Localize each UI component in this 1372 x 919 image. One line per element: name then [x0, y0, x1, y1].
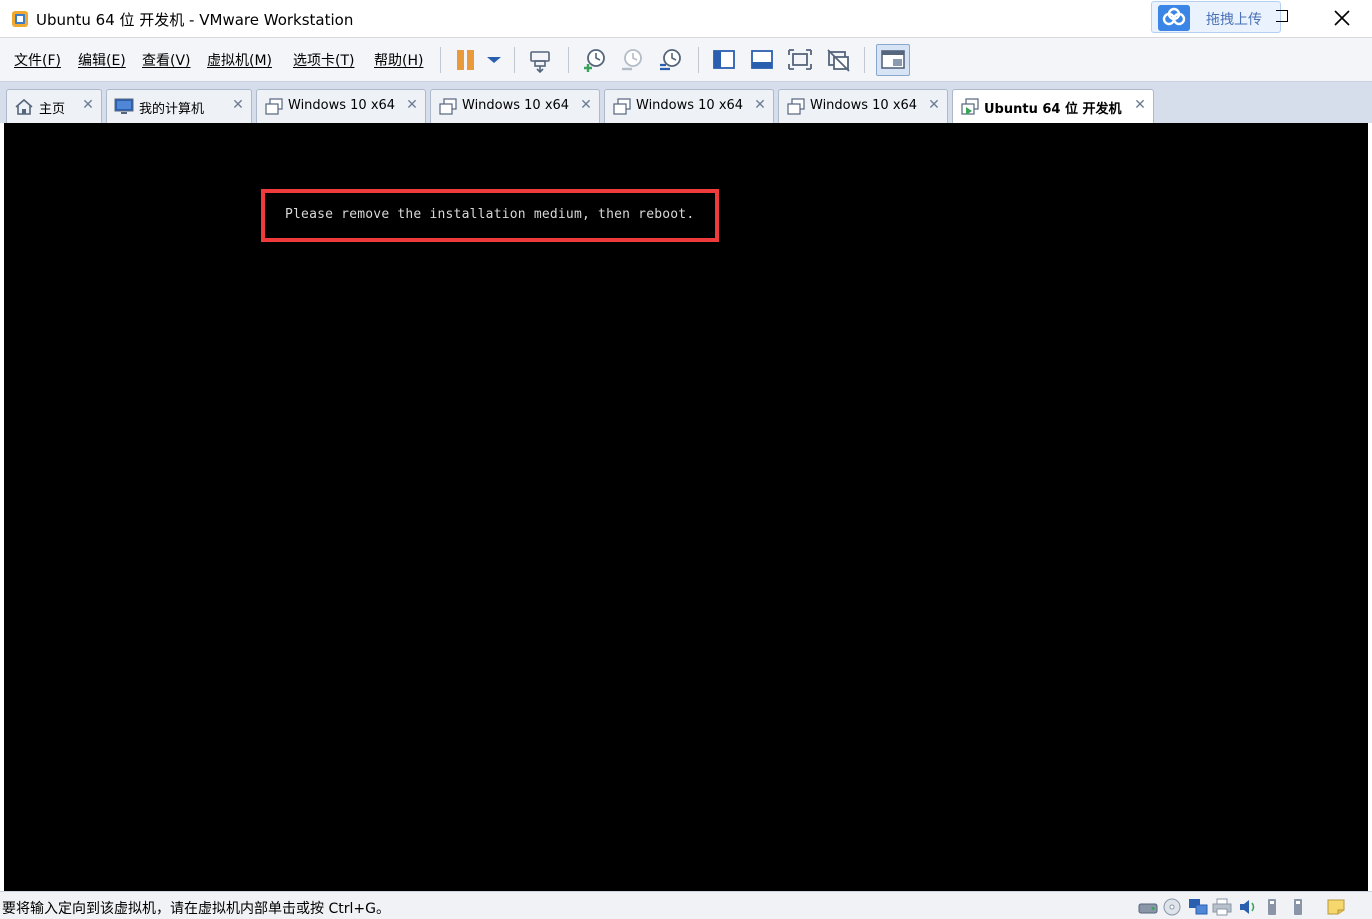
tab-label: Windows 10 x64 — [810, 98, 918, 113]
close-window-icon[interactable] — [1332, 8, 1352, 28]
tab-bar: 主页 ✕ 我的计算机 ✕ Windows 10 x64 ✕ Windows 10… — [0, 82, 1372, 123]
tab-close-icon[interactable]: ✕ — [1133, 98, 1147, 112]
vm-icon — [613, 98, 631, 115]
thumbnail-bar-icon — [751, 50, 773, 69]
drag-upload-button[interactable]: 拖拽上传 — [1151, 1, 1281, 33]
vm-icon — [265, 98, 283, 115]
tab-windows-10-x64-4[interactable]: Windows 10 x64 ✕ — [778, 89, 948, 123]
title-bar: Ubuntu 64 位 开发机 - VMware Workstation 拖拽上… — [0, 0, 1372, 38]
vmware-app-icon — [12, 11, 28, 27]
pause-button[interactable] — [452, 46, 480, 74]
printer-icon — [1212, 898, 1232, 916]
sidebar-toggle-icon — [713, 50, 735, 69]
printer-device[interactable] — [1212, 898, 1232, 916]
console-view-button[interactable] — [876, 44, 910, 76]
menu-tabs[interactable]: 选项卡(T) — [293, 50, 354, 70]
computer-icon — [114, 98, 134, 114]
full-screen-button[interactable] — [786, 46, 814, 74]
tab-label: Ubuntu 64 位 开发机 — [984, 102, 1122, 117]
unity-mode-button[interactable] — [824, 46, 852, 74]
tab-close-icon[interactable]: ✕ — [927, 98, 941, 112]
unity-disabled-icon — [827, 49, 850, 72]
tab-close-icon[interactable]: ✕ — [579, 98, 593, 112]
message-log-button[interactable] — [1326, 898, 1346, 916]
tab-windows-10-x64-2[interactable]: Windows 10 x64 ✕ — [430, 89, 600, 123]
vm-console[interactable]: Please remove the installation medium, t… — [4, 123, 1368, 891]
tab-windows-10-x64-1[interactable]: Windows 10 x64 ✕ — [256, 89, 426, 123]
usb-device[interactable] — [1262, 898, 1282, 916]
usb-device-2[interactable] — [1288, 898, 1308, 916]
window-title: Ubuntu 64 位 开发机 - VMware Workstation — [36, 11, 354, 29]
send-ctrl-alt-del-button[interactable] — [526, 46, 554, 74]
vmware-window: Ubuntu 64 位 开发机 - VMware Workstation 拖拽上… — [0, 0, 1372, 919]
tab-label: 我的计算机 — [139, 102, 205, 117]
hard-disk-device[interactable] — [1138, 898, 1158, 916]
toolbar-separator — [440, 47, 441, 73]
snapshot-manager-button[interactable] — [656, 46, 684, 74]
home-icon — [15, 98, 33, 115]
vm-icon — [787, 98, 805, 115]
show-thumbnail-bar-button[interactable] — [748, 46, 776, 74]
note-icon — [1327, 899, 1345, 915]
cd-dvd-device[interactable] — [1162, 898, 1182, 916]
tab-close-icon[interactable]: ✕ — [405, 98, 419, 112]
tab-label: Windows 10 x64 — [636, 98, 744, 113]
usb-icon — [1294, 899, 1302, 915]
sound-card-device[interactable] — [1238, 898, 1258, 916]
toolbar-separator — [514, 47, 515, 73]
tab-my-computer[interactable]: 我的计算机 ✕ — [106, 89, 252, 123]
cd-dvd-icon — [1163, 898, 1181, 916]
show-library-button[interactable] — [710, 46, 738, 74]
snapshot-manager-icon — [660, 49, 681, 71]
fullscreen-icon — [788, 49, 812, 70]
status-bar: 要将输入定向到该虚拟机，请在虚拟机内部单击或按 Ctrl+G。 — [0, 891, 1372, 919]
menu-help[interactable]: 帮助(H) — [374, 50, 423, 70]
vm-icon — [439, 98, 457, 115]
cloud-upload-icon — [1158, 5, 1190, 31]
snapshot-revert-icon — [622, 49, 642, 71]
keyboard-send-icon — [530, 51, 550, 74]
tab-close-icon[interactable]: ✕ — [231, 98, 245, 112]
take-snapshot-button[interactable] — [580, 46, 608, 74]
snapshot-take-icon — [584, 49, 605, 72]
usb-icon — [1268, 899, 1276, 915]
tab-label: Windows 10 x64 — [288, 98, 396, 113]
revert-snapshot-button[interactable] — [618, 46, 646, 74]
pause-icon — [457, 50, 474, 70]
console-message: Please remove the installation medium, t… — [285, 207, 695, 222]
tab-label: Windows 10 x64 — [462, 98, 570, 113]
tab-close-icon[interactable]: ✕ — [81, 98, 95, 112]
menu-toolbar: 文件(F) 编辑(E) 查看(V) 虚拟机(M) 选项卡(T) 帮助(H) — [0, 38, 1372, 82]
tab-label: 主页 — [39, 102, 66, 117]
toolbar-separator — [698, 47, 699, 73]
drag-upload-label: 拖拽上传 — [1206, 12, 1262, 28]
hard-disk-icon — [1138, 903, 1158, 914]
tab-close-icon[interactable]: ✕ — [753, 98, 767, 112]
menu-edit[interactable]: 编辑(E) — [78, 50, 126, 70]
maximize-icon[interactable] — [1276, 10, 1288, 22]
toolbar-separator — [568, 47, 569, 73]
vm-running-icon — [961, 98, 979, 115]
sound-card-icon — [1240, 900, 1255, 914]
network-adapter-icon — [1189, 899, 1208, 915]
tab-windows-10-x64-3[interactable]: Windows 10 x64 ✕ — [604, 89, 774, 123]
tab-home[interactable]: 主页 ✕ — [6, 89, 102, 123]
tab-ubuntu-dev[interactable]: Ubuntu 64 位 开发机 ✕ — [952, 89, 1154, 123]
status-hint: 要将输入定向到该虚拟机，请在虚拟机内部单击或按 Ctrl+G。 — [2, 901, 390, 917]
power-dropdown-button[interactable] — [480, 46, 502, 74]
menu-file[interactable]: 文件(F) — [14, 50, 61, 70]
console-view-icon — [881, 50, 905, 69]
menu-view[interactable]: 查看(V) — [142, 50, 191, 70]
menu-vm[interactable]: 虚拟机(M) — [207, 50, 272, 70]
chevron-down-icon — [487, 57, 501, 63]
network-adapter-device[interactable] — [1188, 898, 1208, 916]
toolbar-separator — [864, 47, 865, 73]
